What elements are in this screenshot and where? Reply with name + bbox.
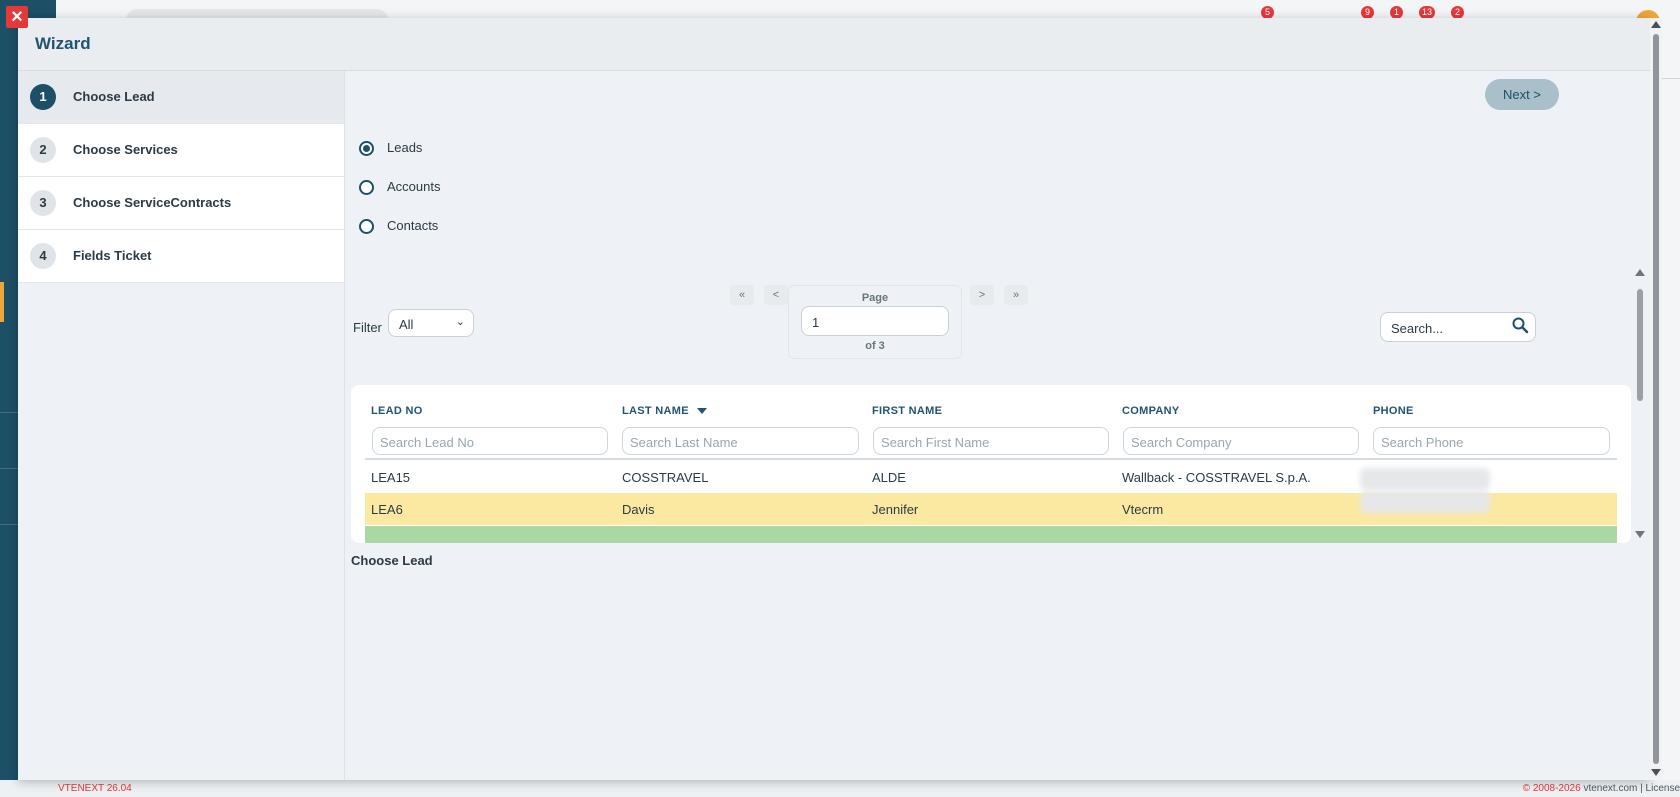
table-row[interactable]: LEA15 COSSTRAVEL ALDE Wallback - COSSTRA… [365,461,1617,493]
search-phone-input[interactable]: Search Phone [1373,427,1610,455]
search-first-name-input[interactable]: Search First Name [873,427,1109,455]
radio-label: Accounts [387,179,441,194]
column-header-last-name[interactable]: LAST NAME [622,405,707,417]
scroll-down-icon[interactable] [1635,531,1645,538]
next-page-button[interactable]: > [970,285,994,305]
page-total: of 3 [865,340,885,352]
radio-indicator[interactable] [359,219,374,234]
header-divider [365,458,1617,460]
column-header-phone[interactable]: PHONE [1373,405,1414,417]
wizard-content: Next > Leads Accounts Contacts Filter Al… [345,71,1650,780]
scrollbar-thumb[interactable] [1637,289,1643,401]
next-button[interactable]: Next > [1485,79,1559,110]
step-number: 1 [30,84,56,110]
page-number-input[interactable]: 1 [801,306,949,336]
column-header-first-name[interactable]: FIRST NAME [872,405,942,417]
filter-select[interactable]: All ⌄ [388,309,474,337]
cell-phone-redacted [1360,491,1490,513]
filter-label: Filter [353,320,382,335]
step-label: Choose ServiceContracts [73,195,232,210]
table-scrollbar[interactable] [1635,269,1645,539]
sort-desc-icon [696,408,707,415]
license-link[interactable]: License [1646,783,1680,794]
step-number: 3 [30,190,56,216]
search-last-name-input[interactable]: Search Last Name [622,427,859,455]
cell-company: Vtecrm [1122,502,1164,517]
search-company-input[interactable]: Search Company [1123,427,1359,455]
cell-last-name: COSSTRAVEL [622,470,709,485]
first-page-button[interactable]: « [730,285,754,305]
radio-indicator[interactable] [359,180,374,195]
cell-first-name: ALDE [872,470,906,485]
pagination: « < Page 1 of 3 > » [730,285,1030,367]
step-choose-services[interactable]: 2 Choose Services [18,124,344,177]
radio-indicator[interactable] [359,141,374,156]
step-caption: Choose Lead [351,553,433,568]
prev-page-button[interactable]: < [764,285,788,305]
step-choose-servicecontracts[interactable]: 3 Choose ServiceContracts [18,177,344,230]
chevron-down-icon: ⌄ [455,316,465,328]
column-header-company[interactable]: COMPANY [1122,405,1180,417]
scroll-up-icon[interactable] [1651,21,1661,28]
cell-company: Wallback - COSSTRAVEL S.p.A. [1122,470,1311,485]
wizard-modal: Wizard 1 Choose Lead 2 Choose Services 3… [18,18,1650,780]
modal-title: Wizard [35,34,91,53]
search-input[interactable]: Search... [1380,312,1536,342]
step-choose-lead[interactable]: 1 Choose Lead [18,71,344,124]
step-number: 4 [30,243,56,269]
table-row[interactable] [365,526,1617,543]
table-row-selected[interactable]: LEA6 Davis Jennifer Vtecrm [365,491,1617,525]
cell-lead-no: LEA15 [371,470,411,485]
copyright-text: © 2008-2026 vtenext.com | License [1522,783,1680,794]
wizard-steps: 1 Choose Lead 2 Choose Services 3 Choose… [18,71,345,780]
app-footer: VTENEXT 26.04 © 2008-2026 vtenext.com | … [0,780,1680,797]
filter-selected-value: All [399,317,414,332]
column-header-lead-no[interactable]: LEAD NO [371,405,423,417]
leads-table: LEAD NO LAST NAME FIRST NAME COMPANY PHO… [351,385,1631,543]
step-label: Choose Lead [73,89,155,104]
step-label: Choose Services [73,142,178,157]
site-link[interactable]: vtenext.com [1583,783,1637,794]
page-box: Page 1 of 3 [788,285,962,359]
step-label: Fields Ticket [73,248,152,263]
cell-first-name: Jennifer [872,502,919,517]
radio-label: Contacts [387,218,439,233]
radio-label: Leads [387,140,423,155]
close-icon[interactable]: × [6,6,28,28]
scroll-down-icon[interactable] [1651,769,1661,776]
scrollbar-thumb[interactable] [1653,34,1659,764]
cell-phone-redacted [1360,468,1490,490]
modal-scrollbar[interactable] [1650,18,1662,780]
step-fields-ticket[interactable]: 4 Fields Ticket [18,230,344,283]
scroll-up-icon[interactable] [1635,269,1645,276]
search-placeholder: Search... [1391,321,1444,336]
modal-header: Wizard [18,18,1650,71]
version-label: VTENEXT 26.04 [58,783,132,794]
sidebar-active-indicator [0,282,4,322]
search-lead-no-input[interactable]: Search Lead No [372,427,608,455]
search-icon[interactable] [1511,316,1529,334]
page-label: Page [861,292,889,304]
last-page-button[interactable]: » [1004,285,1028,305]
cell-lead-no: LEA6 [371,502,403,517]
cell-last-name: Davis [622,502,655,517]
step-number: 2 [30,137,56,163]
